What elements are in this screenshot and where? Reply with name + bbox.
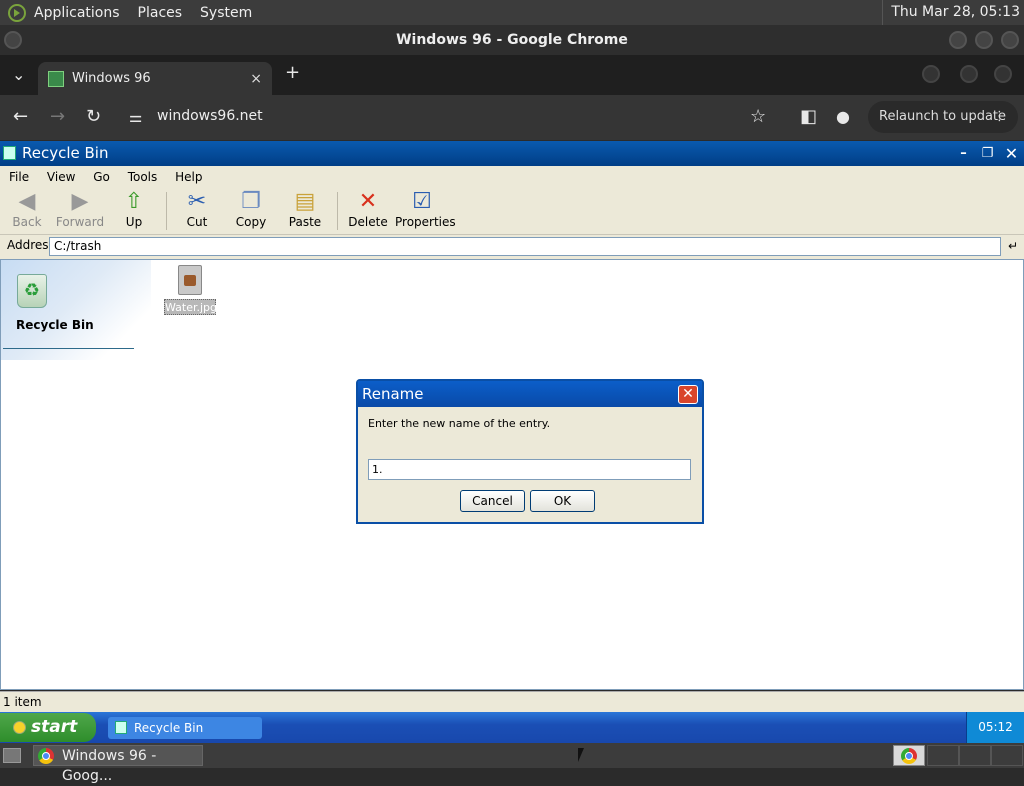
show-desktop-icon[interactable] [3, 748, 21, 763]
back-arrow-icon: ◀ [18, 189, 36, 214]
menu-file[interactable]: File [9, 170, 29, 184]
explorer-title: Recycle Bin [22, 144, 109, 162]
rename-input[interactable]: 1. [368, 459, 691, 480]
side-panel-icon[interactable]: ◧ [800, 107, 817, 127]
delete-x-icon: ✕ [358, 189, 378, 214]
properties-button[interactable]: ☑ Properties [395, 188, 456, 234]
explorer-titlebar[interactable]: Recycle Bin – ❐ ✕ [0, 141, 1024, 166]
toolbar-divider [166, 192, 167, 230]
panel-clock[interactable]: Thu Mar 28, 05:13 [882, 0, 1020, 25]
back-label: Back [12, 215, 42, 229]
restore-icon[interactable]: ❐ [978, 145, 997, 162]
start-smiley-icon [13, 721, 26, 734]
address-input[interactable]: C:/trash [49, 237, 1001, 256]
tab-windows96[interactable]: Windows 96 × [38, 62, 272, 95]
menu-view[interactable]: View [47, 170, 75, 184]
relaunch-button[interactable]: Relaunch to update ⋮ [868, 101, 1018, 133]
forward-label: Forward [55, 215, 105, 229]
workspace-chrome-icon [901, 748, 917, 764]
cut-button[interactable]: ✂ Cut [170, 188, 224, 234]
reload-icon[interactable]: ↻ [86, 107, 101, 127]
chrome-icon [38, 748, 54, 764]
forward-arrow-icon: ▶ [71, 189, 89, 214]
forward-icon[interactable]: → [50, 107, 65, 127]
distro-logo-icon[interactable] [8, 3, 26, 22]
explorer-toolbar: ◀ Back ▶ Forward ⇧ Up ✂ Cut ❐ Copy ▤ Pas… [0, 188, 1024, 235]
back-icon[interactable]: ← [13, 107, 28, 127]
menu-places[interactable]: Places [138, 5, 183, 21]
recycle-bin-task-icon [115, 721, 127, 734]
profile-dot-3-icon [994, 65, 1012, 83]
workspace-3[interactable] [959, 745, 991, 766]
bookmark-star-icon[interactable]: ☆ [750, 107, 766, 127]
workspace-2[interactable] [927, 745, 959, 766]
up-button[interactable]: ⇧ Up [107, 188, 161, 234]
pane-divider [3, 348, 134, 349]
tab-search-icon[interactable]: ⌄ [12, 65, 25, 85]
address-bar[interactable]: windows96.net [157, 108, 263, 124]
mouse-cursor-icon [578, 748, 590, 762]
window-menu-icon[interactable] [4, 31, 22, 49]
copy-icon: ❐ [241, 189, 261, 214]
dialog-title[interactable]: Rename [358, 381, 702, 407]
explorer-menubar: File View Go Tools Help [0, 166, 1024, 188]
ok-button[interactable]: OK [530, 490, 595, 512]
profile-dot-1-icon [922, 65, 940, 83]
maximize-window-icon[interactable] [975, 31, 993, 49]
properties-icon: ☑ [412, 189, 432, 214]
windows96-favicon-icon [48, 70, 64, 87]
toolbar-divider [337, 192, 338, 230]
taskbar-item-recycle-bin[interactable]: Recycle Bin [108, 717, 262, 739]
file-name-label[interactable]: Water.jpg [164, 299, 217, 315]
paste-label: Paste [288, 215, 322, 229]
delete-button[interactable]: ✕ Delete [341, 188, 395, 234]
status-bar: 1 item [0, 691, 1024, 712]
copy-label: Copy [235, 215, 267, 229]
go-arrow-icon[interactable]: ↵ [1004, 237, 1022, 256]
minimize-window-icon[interactable] [949, 31, 967, 49]
w96-tray-clock[interactable]: 05:12 [966, 712, 1024, 743]
relaunch-label: Relaunch to update [879, 109, 1007, 124]
menu-applications[interactable]: Applications [34, 5, 120, 21]
clipboard-icon: ▤ [294, 189, 316, 214]
browser-window-title: Windows 96 - Google Chrome [0, 25, 1024, 55]
paste-button[interactable]: ▤ Paste [278, 188, 332, 234]
menu-system[interactable]: System [200, 5, 252, 21]
tab-close-icon[interactable]: × [250, 71, 262, 87]
profile-dot-2-icon [960, 65, 978, 83]
back-button[interactable]: ◀ Back [0, 188, 54, 234]
delete-label: Delete [348, 215, 388, 229]
top-panel: Applications Places System Thu Mar 28, 0… [0, 0, 1024, 25]
copy-button[interactable]: ❐ Copy [224, 188, 278, 234]
profile-icon[interactable]: ● [836, 107, 850, 127]
scissors-icon: ✂ [187, 189, 207, 214]
recycle-bin-icon: ♻ [17, 274, 47, 308]
new-tab-icon[interactable]: + [285, 63, 300, 83]
minimize-icon[interactable]: – [954, 145, 973, 162]
site-info-icon[interactable]: ⚌ [129, 107, 142, 127]
up-label: Up [125, 215, 143, 229]
close-icon[interactable]: ✕ [1002, 145, 1021, 162]
image-file-icon[interactable] [178, 265, 202, 295]
tab-title: Windows 96 [72, 71, 151, 86]
pane-title: Recycle Bin [16, 318, 94, 332]
forward-button[interactable]: ▶ Forward [53, 188, 107, 234]
dialog-close-icon[interactable]: ✕ [678, 385, 698, 404]
close-window-icon[interactable] [1001, 31, 1019, 49]
up-folder-icon: ⇧ [124, 189, 144, 214]
recycle-bin-small-icon [3, 146, 16, 160]
os-task-chrome[interactable]: Windows 96 - Goog... [33, 745, 203, 784]
more-menu-icon[interactable]: ⋮ [993, 101, 1006, 133]
cut-label: Cut [186, 215, 208, 229]
menu-help[interactable]: Help [175, 170, 202, 184]
address-label: Address [7, 238, 55, 252]
menu-go[interactable]: Go [93, 170, 110, 184]
properties-label: Properties [395, 215, 456, 229]
menu-tools[interactable]: Tools [128, 170, 158, 184]
dialog-message: Enter the new name of the entry. [368, 417, 551, 430]
cancel-button[interactable]: Cancel [460, 490, 525, 512]
workspace-4[interactable] [991, 745, 1023, 766]
